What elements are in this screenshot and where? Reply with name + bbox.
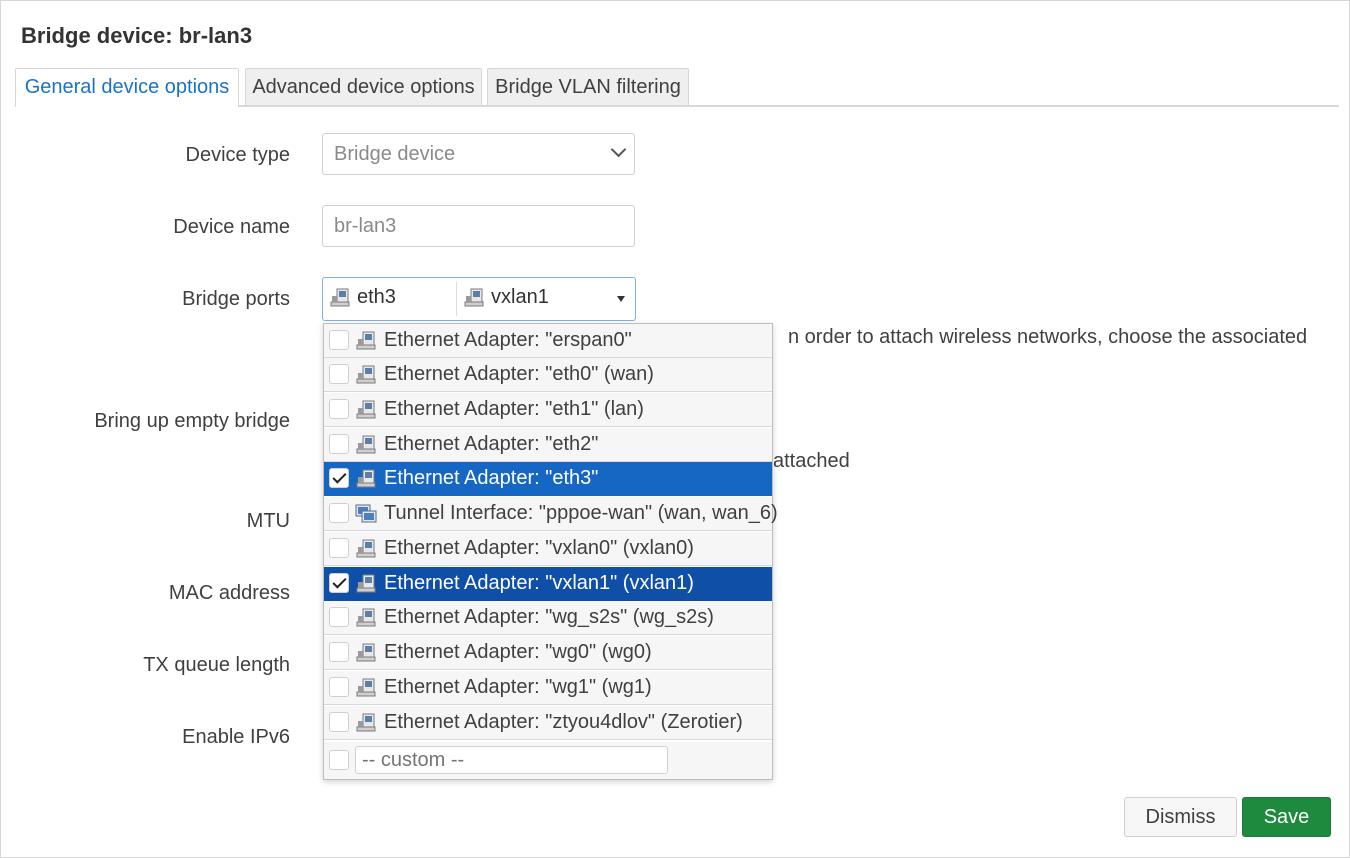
option-label: Ethernet Adapter: "eth1" (lan) [384,398,644,420]
bridge-ports-multiselect[interactable]: eth3 vxlan1 [322,277,636,321]
ethernet-icon [355,642,377,664]
device-name-label: Device name [173,216,290,238]
bring-up-empty-bridge-label: Bring up empty bridge [94,410,290,432]
option-checkbox[interactable] [329,642,349,662]
device-type-label: Device type [185,144,291,166]
option-label: Tunnel Interface: "pppoe-wan" (wan, wan_… [384,502,778,524]
ethernet-icon [355,434,377,456]
option-checkbox[interactable] [329,503,349,523]
dropdown-option-selected[interactable]: Ethernet Adapter: "eth3" [324,462,772,496]
option-label: Ethernet Adapter: "eth0" (wan) [384,363,654,385]
ethernet-icon [355,399,377,421]
tunnel-icon [355,503,377,525]
ethernet-icon [355,712,377,734]
selected-port-label: eth3 [357,286,396,308]
option-checkbox[interactable] [329,538,349,558]
ethernet-icon [355,468,377,490]
tab-bar: General device options Advanced device o… [15,68,1339,107]
device-name-input[interactable]: br-lan3 [322,205,635,247]
dropdown-option[interactable]: Ethernet Adapter: "ztyou4dlov" (Zerotier… [324,706,772,740]
bridge-ports-description: n order to attach wireless networks, cho… [788,326,1308,348]
dismiss-button[interactable]: Dismiss [1124,797,1237,837]
device-type-value: Bridge device [334,143,456,165]
option-label: Ethernet Adapter: "wg0" (wg0) [384,641,652,663]
option-checkbox[interactable] [329,364,349,384]
ethernet-icon [355,607,377,629]
dropdown-option[interactable]: Ethernet Adapter: "wg1" (wg1) [324,671,772,705]
chip-divider [456,282,457,316]
dialog-title: Bridge device: br-lan3 [21,23,253,48]
dropdown-option[interactable]: Ethernet Adapter: "eth1" (lan) [324,393,772,427]
option-label: Ethernet Adapter: "vxlan1" (vxlan1) [384,572,694,594]
ethernet-icon [355,330,377,352]
save-button[interactable]: Save [1242,797,1331,837]
bridge-ports-dropdown: Ethernet Adapter: "erspan0" Ethernet Ada… [323,323,778,780]
mac-address-label: MAC address [168,582,290,604]
dropdown-option[interactable]: Tunnel Interface: "pppoe-wan" (wan, wan_… [324,497,778,531]
option-checkbox[interactable] [329,434,349,454]
option-checkbox[interactable] [329,677,349,697]
tab-general-device-options[interactable]: General device options [15,68,239,107]
ethernet-icon [355,364,377,386]
dropdown-option[interactable]: Ethernet Adapter: "eth0" (wan) [324,358,772,392]
chevron-down-icon [610,141,627,158]
ethernet-icon [463,287,485,309]
dropdown-option[interactable]: Ethernet Adapter: "wg_s2s" (wg_s2s) [324,601,772,635]
option-checkbox-checked[interactable] [329,573,349,593]
custom-port-input[interactable] [355,746,668,774]
option-label: Ethernet Adapter: "eth3" [384,467,599,489]
bring-up-empty-bridge-description: attached [773,450,850,472]
dropdown-option[interactable]: Ethernet Adapter: "vxlan0" (vxlan0) [324,532,772,566]
option-checkbox-checked[interactable] [329,468,349,488]
ethernet-icon [355,538,377,560]
custom-option-row [324,742,772,779]
option-label: Ethernet Adapter: "eth2" [384,433,599,455]
option-label: Ethernet Adapter: "vxlan0" (vxlan0) [384,537,694,559]
option-label: Ethernet Adapter: "wg_s2s" (wg_s2s) [384,606,714,628]
dropdown-option[interactable]: Ethernet Adapter: "erspan0" [324,324,772,358]
option-checkbox[interactable] [329,399,349,419]
caret-down-icon [617,296,625,302]
mtu-label: MTU [246,510,290,532]
tab-advanced-device-options[interactable]: Advanced device options [245,68,482,105]
enable-ipv6-label: Enable IPv6 [182,726,290,748]
ethernet-icon [355,573,377,595]
dropdown-option[interactable]: Ethernet Adapter: "wg0" (wg0) [324,636,772,670]
option-label: Ethernet Adapter: "erspan0" [384,329,632,351]
selected-port-chip: vxlan1 [463,286,549,309]
option-checkbox[interactable] [329,712,349,732]
selected-port-label: vxlan1 [491,286,549,308]
ethernet-icon [355,677,377,699]
option-label: Ethernet Adapter: "wg1" (wg1) [384,676,652,698]
dropdown-option[interactable]: Ethernet Adapter: "eth2" [324,428,772,462]
dropdown-option-selected[interactable]: Ethernet Adapter: "vxlan1" (vxlan1) [324,567,772,601]
bridge-ports-label: Bridge ports [182,288,290,310]
device-type-select[interactable]: Bridge device [322,133,635,175]
tab-bridge-vlan-filtering[interactable]: Bridge VLAN filtering [487,68,689,105]
bridge-device-dialog: Bridge device: br-lan3 General device op… [0,0,1350,858]
option-label: Ethernet Adapter: "ztyou4dlov" (Zerotier… [384,711,743,733]
device-name-value: br-lan3 [334,215,397,237]
tx-queue-length-label: TX queue length [143,654,290,676]
option-checkbox[interactable] [329,607,349,627]
ethernet-icon [329,287,351,309]
option-checkbox[interactable] [329,330,349,350]
selected-port-chip: eth3 [329,286,396,309]
custom-option-checkbox[interactable] [329,750,349,770]
